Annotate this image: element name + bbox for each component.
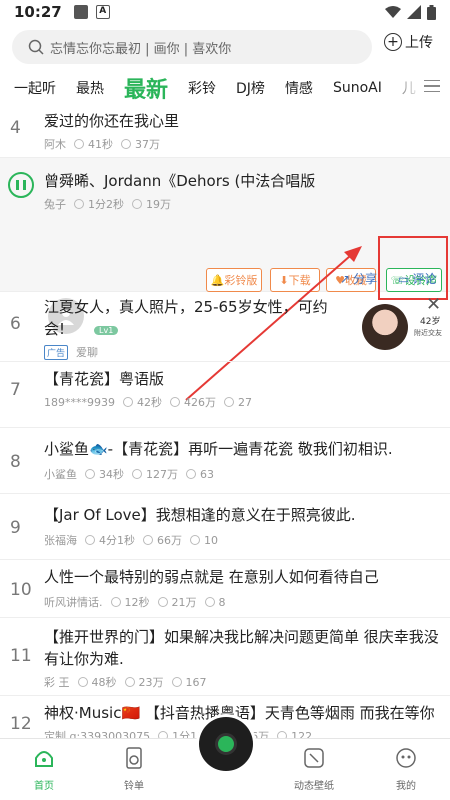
song-plays: 426万 bbox=[184, 396, 216, 409]
list-item[interactable]: 7 【青花瓷】粤语版 189****9939 42秒 426万 27 bbox=[0, 362, 450, 428]
song-artist: 听风讲情话. bbox=[44, 596, 103, 609]
rank-number: 10 bbox=[10, 580, 32, 600]
ad-title-line1: 江夏女人，真人照片，25-65岁女性，可约 bbox=[44, 298, 328, 316]
song-artist: 彩 王 bbox=[44, 676, 70, 689]
list-item[interactable]: 8 小鲨鱼🐟-【青花瓷】再听一遍青花瓷 敬我们初相识. 小鲨鱼 34秒 127万… bbox=[0, 428, 450, 494]
ad-badge: 广告 bbox=[44, 344, 69, 360]
speaker-icon bbox=[121, 745, 147, 771]
song-comments: 63 bbox=[200, 467, 214, 481]
nav-home[interactable]: 首页 bbox=[14, 739, 74, 792]
rank-number: 11 bbox=[10, 646, 32, 666]
comment-icon bbox=[190, 535, 200, 545]
nav-mine[interactable]: 我的 bbox=[376, 739, 436, 792]
comment-icon bbox=[224, 397, 234, 407]
ad-age: 42岁 bbox=[420, 317, 441, 327]
song-plays: 23万 bbox=[138, 676, 164, 689]
song-plays: 66万 bbox=[157, 534, 182, 547]
clock-icon bbox=[85, 469, 95, 479]
now-playing-disc[interactable] bbox=[199, 717, 253, 771]
list-item[interactable]: 9 【Jar Of Love】我想相逢的意义在于照亮彼此. 张福海 4分1秒 6… bbox=[0, 494, 450, 560]
comment-icon bbox=[171, 677, 182, 687]
profile-icon bbox=[393, 745, 419, 771]
fire-icon bbox=[157, 597, 168, 607]
song-title-line2: 有让你为难. bbox=[44, 650, 124, 668]
nav-playlist[interactable]: 铃单 bbox=[104, 739, 164, 792]
close-icon[interactable]: ✕ bbox=[426, 294, 441, 315]
song-artist: 小鲨鱼 bbox=[44, 468, 77, 481]
rank-number: 8 bbox=[10, 452, 21, 472]
fire-icon bbox=[170, 397, 180, 407]
song-duration: 34秒 bbox=[99, 468, 124, 481]
home-icon bbox=[31, 745, 57, 771]
song-artist: 张福海 bbox=[44, 534, 77, 547]
song-comments: 8 bbox=[218, 595, 226, 609]
song-duration: 12秒 bbox=[124, 596, 150, 609]
song-list-continued: 7 【青花瓷】粤语版 189****9939 42秒 426万 27 8 小鲨鱼… bbox=[0, 362, 450, 748]
rank-number: 9 bbox=[10, 518, 21, 538]
song-comments: 27 bbox=[238, 395, 252, 409]
rank-number: 7 bbox=[10, 380, 21, 400]
nav-dynamic-wallpaper[interactable]: 动态壁纸 bbox=[284, 739, 344, 792]
song-title-line1: 【推开世界的门】如果解决我比解决问题更简单 很庆幸我没 bbox=[44, 628, 439, 646]
clock-icon bbox=[123, 397, 133, 407]
ad-title-line2: 会! bbox=[44, 320, 66, 338]
comment-icon bbox=[186, 469, 196, 479]
song-comments: 10 bbox=[204, 533, 218, 547]
rank-number: 12 bbox=[10, 714, 32, 734]
song-title: 【Jar Of Love】我想相逢的意义在于照亮彼此. bbox=[44, 506, 356, 524]
fire-icon bbox=[132, 469, 142, 479]
clock-icon bbox=[85, 535, 95, 545]
fire-icon bbox=[124, 677, 135, 687]
song-title: 【青花瓷】粤语版 bbox=[44, 370, 165, 388]
song-title: 小鲨鱼🐟-【青花瓷】再听一遍青花瓷 敬我们初相识. bbox=[44, 440, 393, 458]
song-duration: 42秒 bbox=[137, 396, 162, 409]
ad-location: 附近交友 bbox=[414, 329, 442, 337]
bottom-nav: 首页 铃单 动态壁纸 我的 bbox=[0, 717, 450, 800]
song-title: 人性一个最特别的弱点就是 在意别人如何看待自己 bbox=[44, 568, 379, 586]
phone-icon bbox=[301, 745, 327, 771]
song-plays: 127万 bbox=[146, 468, 178, 481]
song-duration: 48秒 bbox=[91, 676, 117, 689]
song-plays: 21万 bbox=[171, 596, 197, 609]
list-item[interactable]: 11 【推开世界的门】如果解决我比解决问题更简单 很庆幸我没 有让你为难. 彩 … bbox=[0, 618, 450, 696]
ad-source: 爱聊 bbox=[76, 346, 99, 359]
ad-image[interactable] bbox=[362, 304, 408, 350]
song-duration: 4分1秒 bbox=[99, 534, 135, 547]
comment-icon bbox=[204, 597, 215, 607]
list-item[interactable]: 10 人性一个最特别的弱点就是 在意别人如何看待自己 听风讲情话. 12秒 21… bbox=[0, 560, 450, 618]
song-artist: 189****9939 bbox=[44, 395, 115, 409]
rank-number: 6 bbox=[10, 314, 21, 334]
fire-icon bbox=[143, 535, 153, 545]
song-comments: 167 bbox=[185, 675, 207, 689]
clock-icon bbox=[77, 677, 88, 687]
clock-icon bbox=[110, 597, 121, 607]
